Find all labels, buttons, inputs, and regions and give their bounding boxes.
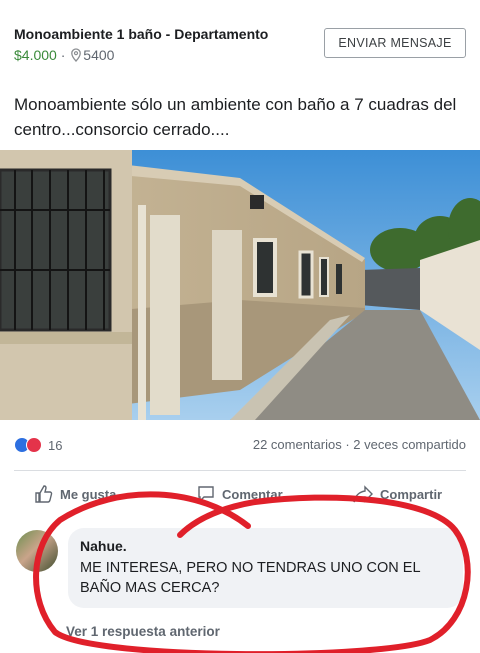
subtitle-separator: · (56, 47, 70, 63)
location-pin-icon (69, 48, 83, 62)
like-label: Me gusta (60, 486, 117, 502)
send-message-button[interactable]: ENVIAR MENSAJE (324, 28, 466, 58)
listing-header: Monoambiente 1 baño - Departamento $4.00… (0, 0, 480, 80)
listing-photo[interactable] (0, 150, 480, 420)
reaction-count: 16 (48, 437, 63, 453)
share-label: Compartir (380, 486, 443, 502)
actions-divider (14, 470, 466, 471)
reaction-summary[interactable]: 16 (14, 437, 62, 453)
comment-bubble: Nahue. ME INTERESA, PERO NO TENDRAS UNO … (68, 528, 463, 608)
share-icon (353, 485, 373, 503)
listing-subtitle: $4.000 · 5400 (14, 47, 114, 63)
comment-icon (198, 486, 214, 503)
previous-replies-link[interactable]: Ver 1 respuesta anterior (66, 624, 220, 639)
love-reaction-icon (26, 437, 42, 453)
comment-button[interactable]: Comentar (196, 482, 283, 506)
comments-shares-count[interactable]: 22 comentarios · 2 veces compartido (253, 437, 466, 452)
listing-location: 5400 (83, 47, 115, 63)
listing-price: $4.000 (14, 47, 57, 63)
comment-label: Comentar (222, 486, 283, 502)
comment-text: ME INTERESA, PERO NO TENDRAS UNO CON EL … (80, 560, 420, 596)
listing-description: Monoambiente sólo un ambiente con baño a… (14, 95, 457, 139)
thumbs-up-icon (35, 485, 53, 503)
like-button[interactable]: Me gusta (34, 482, 116, 506)
comment-author[interactable]: Nahue. (80, 538, 127, 554)
avatar[interactable] (16, 530, 58, 572)
listing-title: Monoambiente 1 baño - Departamento (14, 26, 269, 42)
post-actions: Me gusta Comentar Compartir (0, 482, 480, 506)
share-button[interactable]: Compartir (352, 482, 442, 506)
